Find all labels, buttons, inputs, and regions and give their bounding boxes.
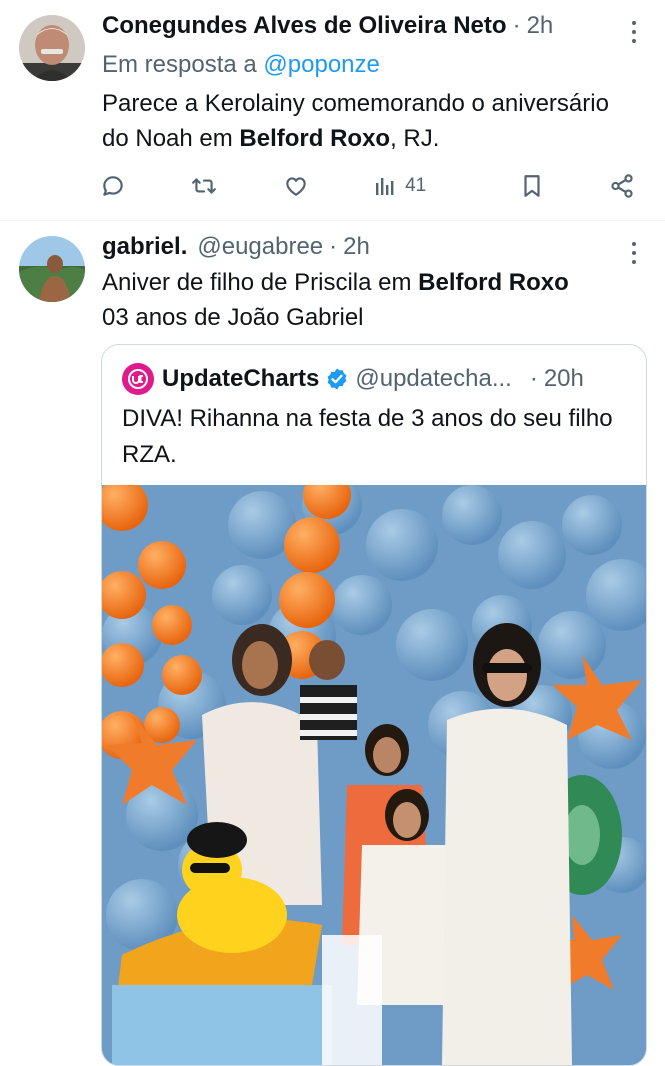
tweet-text-bold: Belford Roxo — [239, 125, 391, 152]
bookmark-icon — [523, 175, 540, 197]
tweet-text-bold: Belford Roxo — [418, 269, 569, 296]
reply-prefix: Em resposta a — [102, 51, 257, 78]
author-handle[interactable]: @eugabree — [197, 233, 323, 261]
retweet-icon — [192, 178, 217, 194]
tweet-text: Aniver de filho de Priscila em Belford R… — [102, 265, 642, 335]
views-button[interactable]: 41 — [373, 174, 426, 198]
author-name[interactable]: gabriel. — [102, 233, 187, 261]
quoted-tweet[interactable]: UpdateCharts @updatecha... · 20h DIVA! R… — [101, 344, 647, 1066]
avatar[interactable] — [19, 236, 85, 302]
quoted-author-handle[interactable]: @updatecha... — [355, 365, 511, 393]
tweet-text-line-2: 03 anos de João Gabriel — [102, 304, 364, 331]
views-count: 41 — [405, 175, 427, 196]
separator: · — [329, 233, 338, 260]
like-button[interactable] — [283, 173, 309, 199]
heart-icon — [285, 177, 306, 196]
reply-context: Em resposta a @poponze — [102, 51, 380, 79]
tweet-actions: 41 — [100, 166, 635, 206]
separator: · — [529, 365, 538, 392]
tweet-text-part: Aniver de filho de Priscila em — [102, 269, 419, 296]
share-button[interactable] — [609, 173, 635, 199]
tweet-text-line-1: Aniver de filho de Priscila em Belford R… — [102, 265, 642, 300]
quoted-author-name[interactable]: UpdateCharts — [162, 365, 319, 393]
separator: · — [512, 12, 521, 39]
updatecharts-logo-icon[interactable] — [122, 363, 154, 395]
share-icon — [611, 174, 633, 198]
more-options-icon[interactable] — [631, 21, 637, 43]
retweet-button[interactable] — [190, 173, 218, 199]
comment-icon — [103, 176, 123, 196]
bookmark-button[interactable] — [519, 173, 545, 199]
avatar[interactable] — [19, 15, 85, 81]
verified-badge-icon — [327, 368, 347, 390]
tweet-text-part: , RJ. — [390, 125, 440, 152]
reply-button[interactable] — [100, 173, 126, 199]
party-photo[interactable] — [102, 485, 646, 1065]
reply-mention-link[interactable]: @poponze — [263, 51, 379, 78]
quoted-timestamp[interactable]: 20h — [544, 365, 584, 393]
tweet-text: Parece a Kerolainy comemorando o anivers… — [102, 86, 622, 156]
bar-chart-icon — [376, 178, 394, 195]
more-options-icon[interactable] — [631, 242, 637, 264]
author-name[interactable]: Conegundes Alves de Oliveira Neto — [102, 12, 507, 40]
tweet-1[interactable]: Conegundes Alves de Oliveira Neto · 2h E… — [0, 0, 665, 220]
quoted-tweet-text: DIVA! Rihanna na festa de 3 anos do seu … — [122, 405, 613, 468]
timestamp[interactable]: 2h — [527, 12, 554, 40]
timestamp[interactable]: 2h — [343, 233, 370, 261]
